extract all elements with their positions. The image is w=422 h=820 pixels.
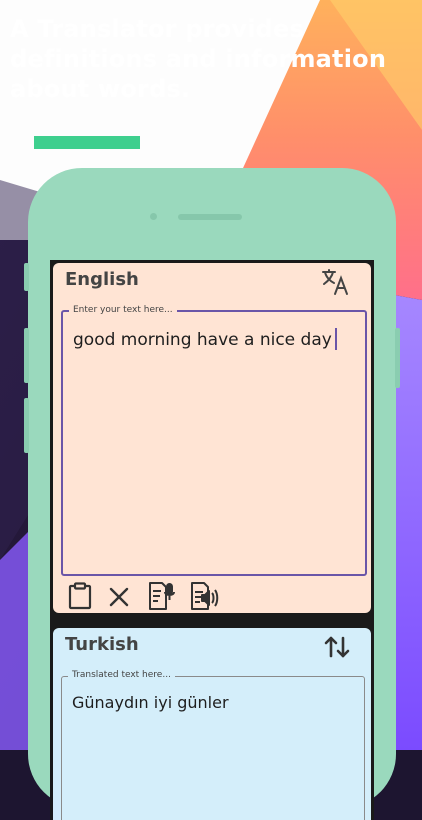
- target-panel: Turkish Translated text here... Günaydın…: [53, 628, 371, 820]
- text-caret: [334, 328, 337, 350]
- phone-mute-switch: [24, 263, 29, 291]
- clipboard-paste-icon[interactable]: [67, 582, 93, 610]
- source-language-label[interactable]: English: [65, 269, 139, 290]
- source-text-input[interactable]: Enter your text here... good morning hav…: [61, 304, 367, 576]
- phone-front-camera: [150, 213, 157, 220]
- source-input-placeholder: Enter your text here...: [69, 304, 177, 317]
- target-language-label[interactable]: Turkish: [65, 634, 139, 655]
- phone-power-button: [395, 328, 400, 388]
- phone-speaker: [178, 214, 242, 220]
- source-input-value: good morning have a nice day: [73, 328, 337, 350]
- swap-arrows-icon[interactable]: [323, 634, 351, 660]
- source-panel: English Enter your text here... good mor…: [53, 263, 371, 613]
- translate-icon[interactable]: [321, 267, 351, 297]
- headline-line-3: about words.: [10, 75, 191, 103]
- promo-headline: A Translator provides definitions and in…: [10, 14, 410, 104]
- clear-x-icon[interactable]: [108, 586, 130, 608]
- text-to-speech-icon[interactable]: [189, 581, 219, 611]
- accent-bar: [34, 136, 140, 149]
- translated-text-output[interactable]: Translated text here... Günaydın iyi gün…: [61, 669, 365, 820]
- app-screen: English Enter your text here... good mor…: [50, 260, 374, 820]
- translated-text-value: Günaydın iyi günler: [72, 693, 229, 712]
- phone-volume-down: [24, 398, 29, 453]
- phone-mockup: English Enter your text here... good mor…: [24, 168, 400, 820]
- speech-to-text-icon[interactable]: [147, 581, 175, 611]
- headline-line-2: definitions and information: [10, 45, 387, 73]
- headline-line-1: A Translator provides: [10, 15, 304, 43]
- target-output-placeholder: Translated text here...: [68, 669, 175, 682]
- phone-volume-up: [24, 328, 29, 383]
